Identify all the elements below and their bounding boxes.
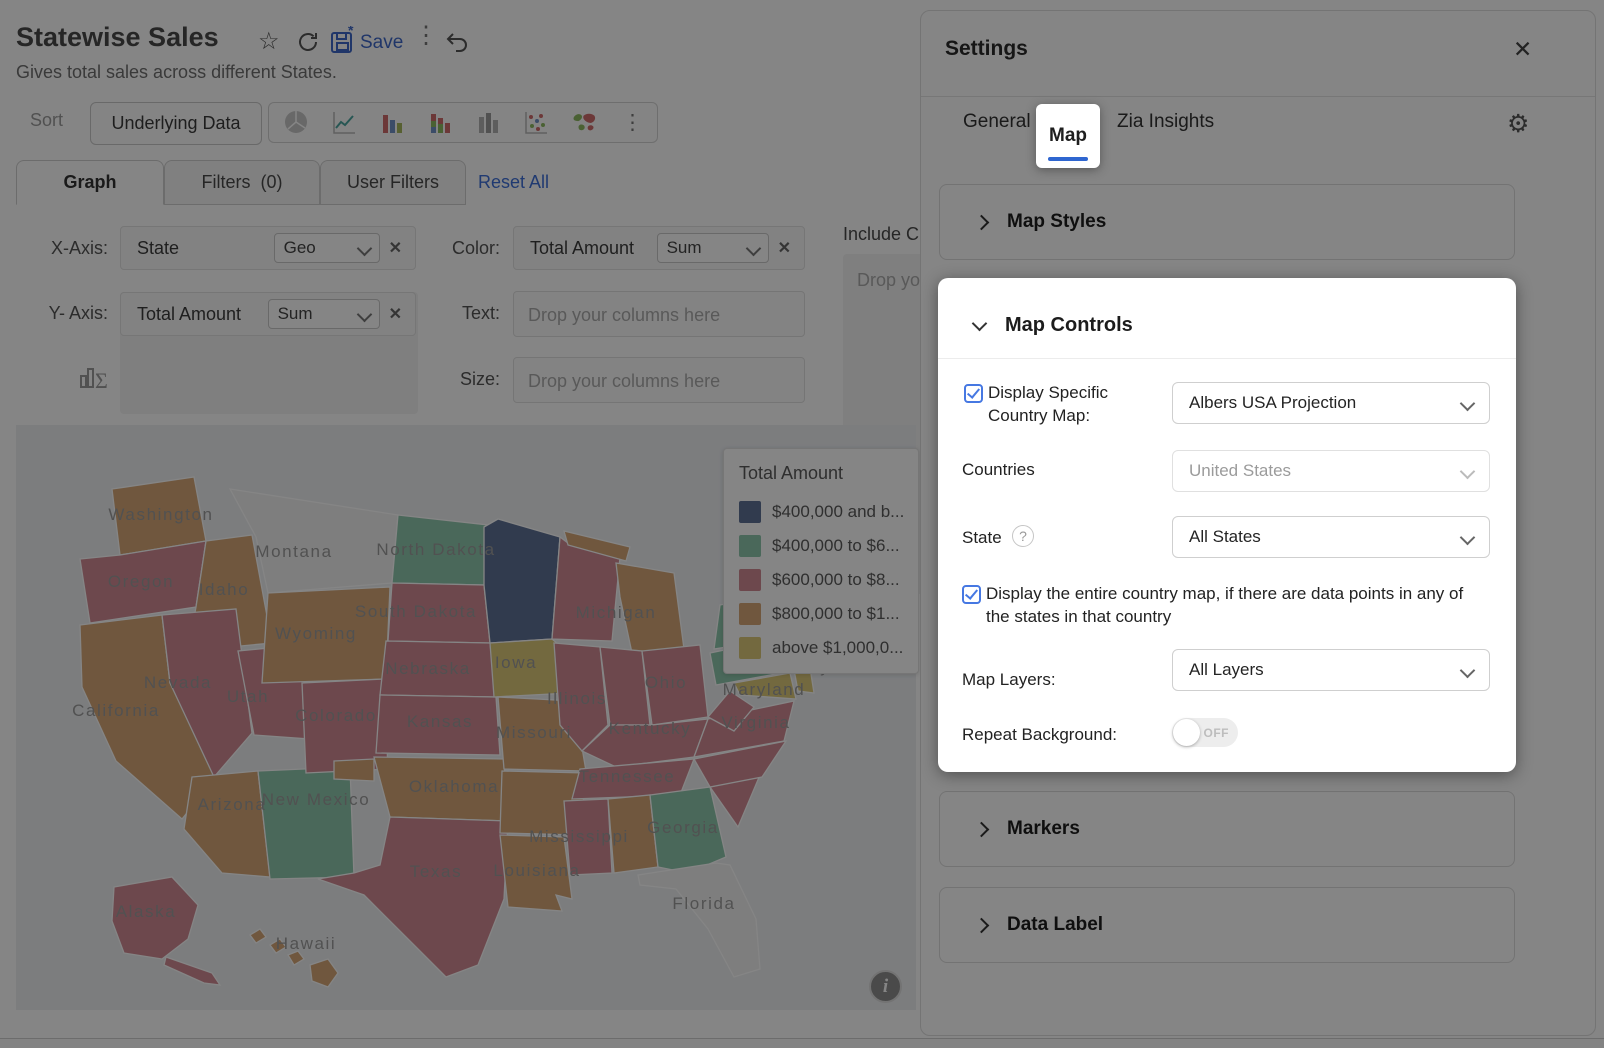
toggle-state-text: OFF: [1204, 726, 1230, 740]
state-dropdown[interactable]: All States: [1172, 516, 1490, 558]
map-layers-dropdown[interactable]: All Layers: [1172, 649, 1490, 691]
section-map-controls: Map Controls Display Specific Country Ma…: [938, 278, 1516, 772]
tab-map[interactable]: Map: [1036, 104, 1100, 168]
help-icon[interactable]: ?: [1012, 525, 1034, 547]
state-label: State: [962, 528, 1002, 548]
toggle-knob: [1173, 719, 1200, 746]
app-screen: Statewise Sales ☆ * Save ⋮ Gives total s…: [0, 0, 1604, 1048]
repeat-background-label: Repeat Background:: [962, 725, 1117, 745]
repeat-background-toggle[interactable]: OFF: [1172, 718, 1238, 747]
map-layers-label: Map Layers:: [962, 670, 1056, 690]
projection-dropdown[interactable]: Albers USA Projection: [1172, 382, 1490, 424]
chevron-down-icon: [1460, 395, 1476, 411]
chevron-down-icon: [972, 316, 988, 332]
countries-dropdown[interactable]: United States: [1172, 450, 1490, 492]
display-entire-country-label: Display the entire country map, if there…: [986, 582, 1486, 628]
chevron-down-icon: [1460, 529, 1476, 545]
display-specific-country-checkbox[interactable]: [964, 384, 983, 403]
display-specific-country-label: Display Specific Country Map:: [988, 381, 1160, 427]
display-entire-country-checkbox[interactable]: [962, 585, 981, 604]
divider: [938, 358, 1516, 359]
countries-label: Countries: [962, 460, 1035, 480]
chevron-down-icon: [1460, 463, 1476, 479]
active-tab-underline: [1048, 157, 1088, 161]
chevron-down-icon: [1460, 662, 1476, 678]
map-controls-header[interactable]: Map Controls: [974, 314, 1133, 337]
